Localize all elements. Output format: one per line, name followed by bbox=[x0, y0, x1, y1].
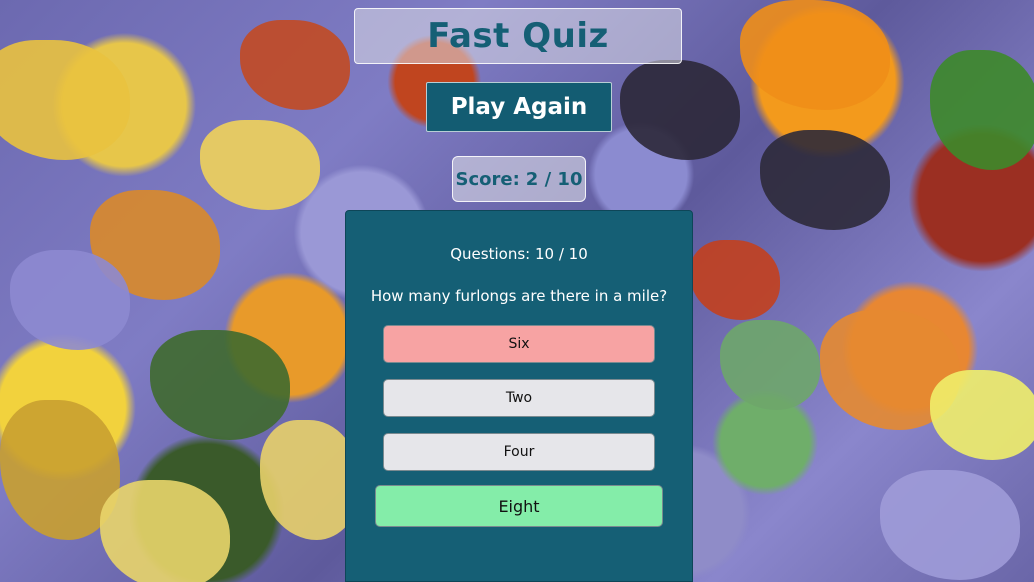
score-value: 2 / 10 bbox=[525, 168, 583, 190]
question-text: How many furlongs are there in a mile? bbox=[370, 287, 668, 305]
answer-button-wrong[interactable]: Six bbox=[383, 325, 655, 363]
title-banner: Fast Quiz bbox=[354, 8, 682, 64]
answer-button[interactable]: Four bbox=[383, 433, 655, 471]
question-progress: Questions: 10 / 10 bbox=[346, 245, 692, 263]
answer-button[interactable]: Two bbox=[383, 379, 655, 417]
score-label: Score: bbox=[455, 168, 520, 190]
question-progress-label: Questions: bbox=[450, 245, 531, 263]
question-progress-value: 10 / 10 bbox=[534, 245, 588, 263]
app-title: Fast Quiz bbox=[427, 16, 609, 56]
answer-button-correct[interactable]: Eight bbox=[375, 485, 663, 527]
quiz-panel: Questions: 10 / 10 How many furlongs are… bbox=[345, 210, 693, 582]
score-badge: Score: 2 / 10 bbox=[452, 156, 586, 202]
play-again-button[interactable]: Play Again bbox=[426, 82, 612, 132]
